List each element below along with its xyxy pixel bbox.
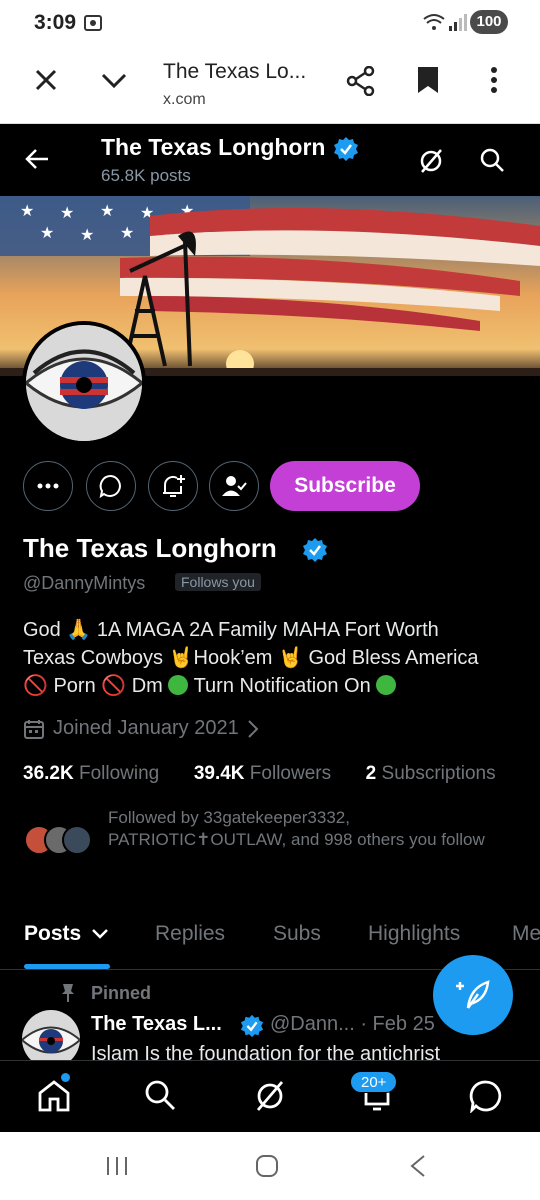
subscribe-button[interactable]: Subscribe [270,461,420,511]
search-icon[interactable] [144,1079,176,1111]
bottom-navigation [0,1060,540,1132]
screenshot-icon [84,15,102,31]
active-tab-indicator [24,964,110,969]
verified-badge-icon [240,1014,264,1038]
profile-handle: @DannyMintys [23,573,146,593]
joined-text: Joined January 2021 [53,717,239,739]
svg-text:★: ★ [80,227,94,244]
bio-line: Texas Cowboys 🤘Hook’em 🤘 God Bless Ameri… [23,647,479,669]
close-icon[interactable] [34,68,58,92]
tab-label: Posts [24,922,82,945]
compose-feather-icon [456,980,490,1009]
green-circle-icon [376,675,397,695]
profile-avatar[interactable] [22,321,146,445]
header-name: The Texas Longhorn [101,134,326,160]
chevron-down-icon[interactable] [100,68,128,92]
browser-tab-bar: The Texas Lo... x.com [0,46,540,124]
signal-icon [449,14,467,31]
chevron-down-icon [92,929,108,939]
tab-posts[interactable]: Posts [24,922,109,946]
grok-icon[interactable] [253,1079,287,1113]
more-vertical-icon[interactable] [490,66,498,94]
followers-label: Followers [249,763,332,784]
profile-stats: 36.2K Following 39.4K Followers 2 Subscr… [23,763,496,785]
follower-avatar [62,825,92,855]
post-meta: @Dann... · Feb 25 [270,1013,435,1035]
message-icon [99,474,121,498]
following-button[interactable] [209,461,259,511]
verified-badge-icon [303,538,327,562]
grok-icon[interactable] [418,148,444,174]
battery-indicator: 100 [470,10,508,34]
follows-you-badge: Follows you [175,573,261,591]
home-button-icon[interactable] [255,1154,279,1178]
verified-badge-icon [334,137,358,161]
subscriptions-link[interactable]: 2 Subscriptions [366,763,496,784]
svg-text:★: ★ [100,203,114,220]
home-unread-dot [61,1073,70,1082]
following-count: 36.2K [23,763,74,784]
bookmark-icon[interactable] [417,66,439,94]
tab-url: x.com [163,91,206,108]
svg-text:★: ★ [120,225,134,242]
svg-text:★: ★ [60,205,74,222]
back-arrow-icon[interactable] [25,148,49,170]
bio-line: 🚫 Porn 🚫 Dm Turn Notification On [23,673,523,698]
user-check-icon [222,476,247,496]
green-circle-icon [168,675,189,695]
tab-media[interactable]: Me [512,922,540,946]
messages-icon[interactable] [469,1079,503,1113]
status-time: 3:09 [34,11,77,34]
pinned-label: Pinned [91,983,152,1003]
post-text[interactable]: Islam Is the foundation for the antichri… [91,1043,440,1061]
subscriptions-label: Subscriptions [381,763,496,784]
followers-count: 39.4K [193,763,245,784]
following-link[interactable]: 36.2K Following [23,763,159,784]
search-icon[interactable] [479,147,505,173]
following-label: Following [78,763,160,784]
post-author-name[interactable]: The Texas L... [91,1013,222,1036]
notifications-badge: 20+ [350,1071,398,1093]
bio-text: 🚫 Porn 🚫 Dm [23,675,169,697]
followed-by-text[interactable]: Followed by 33gatekeeper3332, PATRIOTIC✝… [108,807,528,851]
recent-apps-icon[interactable] [105,1154,129,1178]
notifications-toggle-button[interactable] [148,461,198,511]
tab-highlights[interactable]: Highlights [368,922,460,946]
more-options-button[interactable] [23,461,73,511]
svg-text:★: ★ [20,203,34,220]
header-post-count: 65.8K posts [101,166,191,185]
tab-title: The Texas Lo... [163,60,307,83]
tab-subs[interactable]: Subs [273,922,321,946]
joined-date[interactable]: Joined January 2021 [23,717,259,740]
pin-icon [62,984,74,1002]
wifi-icon [423,14,445,30]
share-icon[interactable] [346,66,376,96]
tab-replies[interactable]: Replies [155,922,225,946]
bio-line: God 🙏 1A MAGA 2A Family MAHA Fort Worth [23,619,439,641]
subscriptions-count: 2 [365,763,377,784]
profile-name: The Texas Longhorn [23,533,277,563]
system-navigation-bar [0,1132,540,1200]
home-icon[interactable] [37,1079,71,1113]
followers-link[interactable]: 39.4K Followers [194,763,331,784]
calendar-icon [24,719,44,739]
bell-plus-icon [163,475,185,497]
bio-text: Turn Notification On [188,675,377,697]
profile-header-bar: The Texas Longhorn 65.8K posts [0,124,540,196]
compose-post-button[interactable] [433,955,513,1035]
status-bar: 3:09 100 [0,0,540,46]
chevron-right-icon [247,719,259,738]
back-icon[interactable] [408,1154,428,1178]
svg-text:★: ★ [40,225,54,242]
message-button[interactable] [86,461,136,511]
more-horizontal-icon [37,483,59,489]
